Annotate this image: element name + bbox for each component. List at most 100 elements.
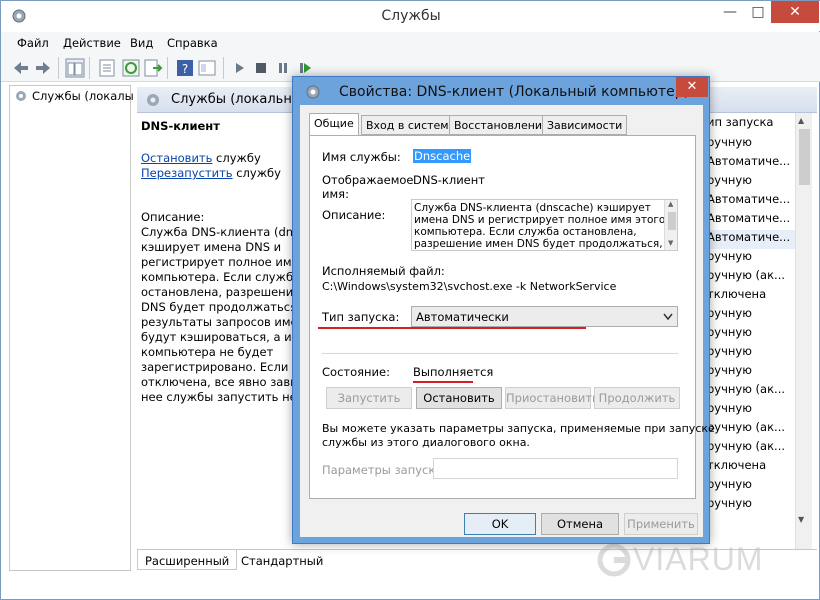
list-item[interactable]: Автоматиче... — [707, 192, 797, 211]
description-line: кэширует имена DNS и — [141, 240, 282, 254]
list-item[interactable]: ручную — [707, 135, 797, 154]
description-line: Служба DNS-клиента (dnsca — [141, 225, 313, 239]
menu-help[interactable]: Справка — [167, 36, 218, 50]
display-name-value[interactable]: DNS-клиент — [413, 173, 485, 187]
restart-icon[interactable] — [295, 58, 315, 78]
list-item[interactable]: Автоматиче... — [707, 211, 797, 230]
list-item[interactable]: Автоматиче... — [707, 154, 797, 173]
startup-type-select[interactable]: Автоматически — [411, 306, 678, 327]
resume-button[interactable]: Продолжить — [594, 387, 680, 409]
red-underline-status — [413, 381, 473, 383]
stop-icon[interactable] — [251, 58, 271, 78]
start-params-input[interactable] — [433, 458, 678, 479]
window-title: Службы — [381, 8, 441, 24]
stop-service-line: Остановить службу — [141, 151, 261, 165]
refresh-icon[interactable] — [121, 58, 141, 78]
minimize-button[interactable]: — — [717, 1, 743, 23]
description-line: отключена, все явно завися — [141, 375, 311, 389]
close-button[interactable]: ✕ — [771, 1, 819, 23]
general-tab-panel: Имя службы: Dnscache Отображаемое имя: D… — [309, 135, 715, 499]
list-item[interactable]: ручную (ак... — [707, 439, 797, 458]
list-item[interactable]: ручную — [707, 344, 797, 363]
toolbar-separator — [167, 57, 168, 79]
cancel-button[interactable]: Отмена — [541, 513, 619, 535]
tab-logon[interactable]: Вход в систему — [361, 115, 461, 135]
start-params-hint: Вы можете указать параметры запуска, при… — [322, 422, 715, 435]
description-box[interactable]: Служба DNS-клиента (dnscache) кэширует и… — [411, 199, 678, 251]
description-line: остановлена, разрешение и — [141, 285, 312, 299]
back-arrow-icon[interactable] — [11, 58, 31, 78]
start-button[interactable]: Запустить — [326, 387, 412, 409]
menu-view[interactable]: Вид — [130, 36, 153, 50]
list-item[interactable]: ручную (ак... — [707, 420, 797, 439]
display-name-label: Отображаемое — [322, 173, 414, 187]
scroll-up-icon[interactable]: ▲ — [798, 116, 804, 125]
restart-service-link[interactable]: Перезапустить — [141, 166, 233, 180]
ok-button[interactable]: OK — [464, 513, 536, 535]
start-params-label: Параметры запуска: — [322, 463, 447, 477]
stop-service-link[interactable]: Остановить — [141, 151, 212, 165]
service-name-value[interactable]: Dnscache — [413, 149, 472, 163]
stop-button[interactable]: Остановить — [416, 387, 502, 409]
view-icon[interactable] — [197, 58, 217, 78]
menu-file[interactable]: Файл — [17, 36, 49, 50]
console-tree-icon[interactable] — [65, 58, 85, 78]
menu-action[interactable]: Действие — [63, 36, 121, 50]
maximize-button[interactable]: □ — [745, 1, 771, 23]
pause-icon[interactable] — [273, 58, 293, 78]
apply-button[interactable]: Применить — [624, 513, 698, 535]
tab-dependencies[interactable]: Зависимости — [542, 115, 628, 135]
tab-extended[interactable]: Расширенный — [145, 554, 229, 568]
watermark-logo-icon — [597, 543, 631, 577]
executable-path: C:\Windows\system32\svchost.exe -k Netwo… — [322, 280, 617, 293]
service-name-label: Имя службы: — [322, 150, 401, 164]
list-item[interactable]: ручную — [707, 477, 797, 496]
dialog-close-button[interactable]: ✕ — [676, 77, 708, 97]
title-bar[interactable]: Службы — □ ✕ — [1, 1, 820, 31]
play-icon[interactable] — [229, 58, 249, 78]
pause-button[interactable]: Приостановить — [505, 387, 599, 409]
toolbar-separator — [58, 57, 59, 79]
scroll-down-icon[interactable]: ▼ — [668, 239, 673, 247]
description-scrollbar[interactable]: ▲ ▼ — [664, 200, 677, 250]
description-text-line: Служба DNS-клиента (dnscache) кэширует — [414, 202, 651, 214]
dialog-body: Общие Вход в систему Восстановление Зави… — [300, 105, 715, 537]
column-header-startup-type[interactable]: ип запуска — [707, 115, 773, 129]
list-item[interactable]: тключена — [707, 458, 797, 477]
export-list-icon[interactable] — [143, 58, 163, 78]
status-label: Состояние: — [322, 365, 390, 379]
list-item[interactable]: ручную — [707, 173, 797, 192]
toolbar-separator — [223, 57, 224, 79]
svg-text:?: ? — [182, 62, 188, 76]
tab-standard[interactable]: Стандартный — [241, 554, 323, 568]
description-pane: DNS-клиент Остановить службу Перезапусти… — [137, 113, 319, 551]
start-params-hint-cont: службы из этого диалогового окна. — [322, 436, 530, 449]
properties-icon[interactable] — [97, 58, 117, 78]
services-gear-icon — [16, 91, 26, 101]
menu-bar: Файл Действие Вид Справка — [1, 32, 820, 54]
tab-general[interactable]: Общие — [309, 113, 359, 136]
scroll-up-icon[interactable]: ▲ — [668, 200, 673, 208]
list-item-selected[interactable]: Автоматиче... — [707, 230, 797, 249]
tab-recovery[interactable]: Восстановление — [449, 115, 554, 135]
description-line: компьютера. Если служба — [141, 270, 301, 284]
list-item[interactable]: ручную — [707, 249, 797, 268]
vertical-scrollbar[interactable]: ▲ ▼ — [795, 113, 812, 549]
startup-type-label: Тип запуска: — [322, 310, 400, 324]
list-item[interactable]: ручную — [707, 401, 797, 420]
help-icon[interactable]: ? — [175, 58, 195, 78]
list-item[interactable]: ручную (ак... — [707, 382, 797, 401]
list-item[interactable]: ручную — [707, 325, 797, 344]
tree-item-services[interactable]: Службы (локалы — [32, 89, 134, 103]
list-item[interactable]: тключена — [707, 287, 797, 306]
forward-arrow-icon[interactable] — [33, 58, 53, 78]
scroll-thumb[interactable] — [799, 129, 810, 185]
dialog-title-bar[interactable]: Свойства: DNS-клиент (Локальный компьюте… — [293, 77, 711, 105]
gear-icon — [306, 85, 320, 99]
scroll-thumb[interactable] — [668, 212, 676, 230]
scroll-down-icon[interactable]: ▼ — [798, 515, 804, 524]
list-item[interactable]: ручную — [707, 306, 797, 325]
list-item[interactable]: ручную — [707, 496, 797, 515]
list-item[interactable]: ручную — [707, 363, 797, 382]
list-item[interactable]: ручную (ак... — [707, 268, 797, 287]
